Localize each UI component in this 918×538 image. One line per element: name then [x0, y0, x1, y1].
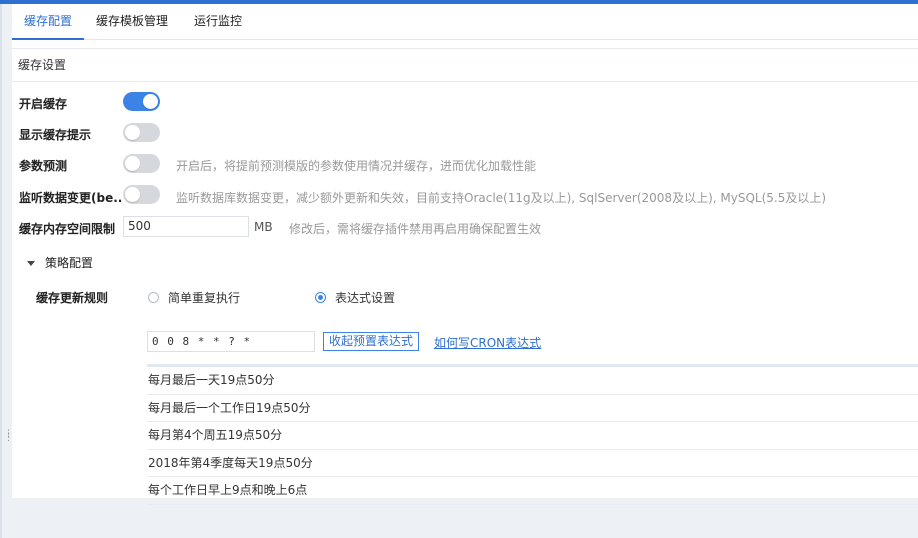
param-predict-hint: 开启后，将提前预测模版的参数使用情况并缓存，进而优化加载性能	[176, 159, 537, 173]
memory-limit-hint: 修改后，需将缓存插件禁用再启用确保配置生效	[289, 222, 542, 236]
memory-limit-label: 缓存内存空间限制	[19, 222, 116, 236]
cron-expression-input[interactable]: 0 0 8 * * ? *	[147, 331, 315, 352]
drag-handle-icon[interactable]: ⋮ ⋮	[4, 430, 13, 444]
listen-db-hint: 监听数据库数据变更，减少额外更新和失效，目前支持Oracle(11g及以上), …	[176, 191, 827, 205]
param-predict-toggle[interactable]	[123, 154, 160, 173]
preset-item[interactable]: 2018年第4季度每天19点50分	[147, 450, 918, 477]
left-edge	[0, 4, 2, 538]
enable-cache-label: 开启缓存	[19, 97, 68, 111]
radio-checked-icon	[315, 292, 326, 303]
listen-db-toggle[interactable]	[123, 185, 160, 204]
enable-cache-toggle[interactable]	[123, 92, 160, 111]
strategy-section-toggle[interactable]: 策略配置	[27, 254, 93, 271]
tab-cache-template[interactable]: 缓存模板管理	[96, 4, 168, 40]
radio-simple-repeat[interactable]: 简单重复执行	[148, 289, 240, 306]
show-hint-toggle[interactable]	[123, 123, 160, 142]
listen-db-label: 监听数据变更(be...	[19, 191, 123, 205]
preset-expression-list: 每月最后一天19点50分 每月最后一个工作日19点50分 每月第4个周五19点5…	[147, 364, 918, 505]
param-predict-label: 参数预测	[19, 159, 68, 173]
radio-label: 表达式设置	[335, 291, 396, 305]
radio-icon	[148, 292, 159, 303]
tab-cache-config[interactable]: 缓存配置	[12, 4, 84, 40]
memory-limit-input[interactable]: 500	[123, 216, 249, 237]
preset-item[interactable]: 每月第4个周五19点50分	[147, 422, 918, 450]
settings-panel: 缓存设置 开启缓存 显示缓存提示 参数预测 开启后，将提前预测模版的参数使用情况…	[12, 40, 918, 505]
strategy-title: 策略配置	[45, 256, 94, 270]
cron-help-link[interactable]: 如何写CRON表达式	[434, 334, 541, 351]
tab-monitor[interactable]: 运行监控	[192, 4, 244, 40]
preset-item[interactable]: 每个工作日早上9点和晚上6点	[147, 477, 918, 505]
collapse-presets-button[interactable]: 收起预置表达式	[323, 332, 420, 351]
toggle-knob	[125, 187, 140, 202]
toggle-knob	[143, 94, 158, 109]
preset-item[interactable]: 每月最后一个工作日19点50分	[147, 395, 918, 422]
toggle-knob	[125, 125, 140, 140]
preset-item[interactable]: 每月最后一天19点50分	[147, 367, 918, 395]
toggle-knob	[125, 156, 140, 171]
tab-bar: 缓存配置 缓存模板管理 运行监控	[12, 4, 918, 40]
radio-expression[interactable]: 表达式设置	[315, 289, 395, 306]
memory-unit: MB	[254, 220, 273, 234]
update-rule-label: 缓存更新规则	[36, 291, 109, 305]
caret-down-icon	[27, 261, 35, 266]
section-title: 缓存设置	[12, 48, 918, 82]
radio-label: 简单重复执行	[168, 291, 241, 305]
show-hint-label: 显示缓存提示	[19, 128, 92, 142]
